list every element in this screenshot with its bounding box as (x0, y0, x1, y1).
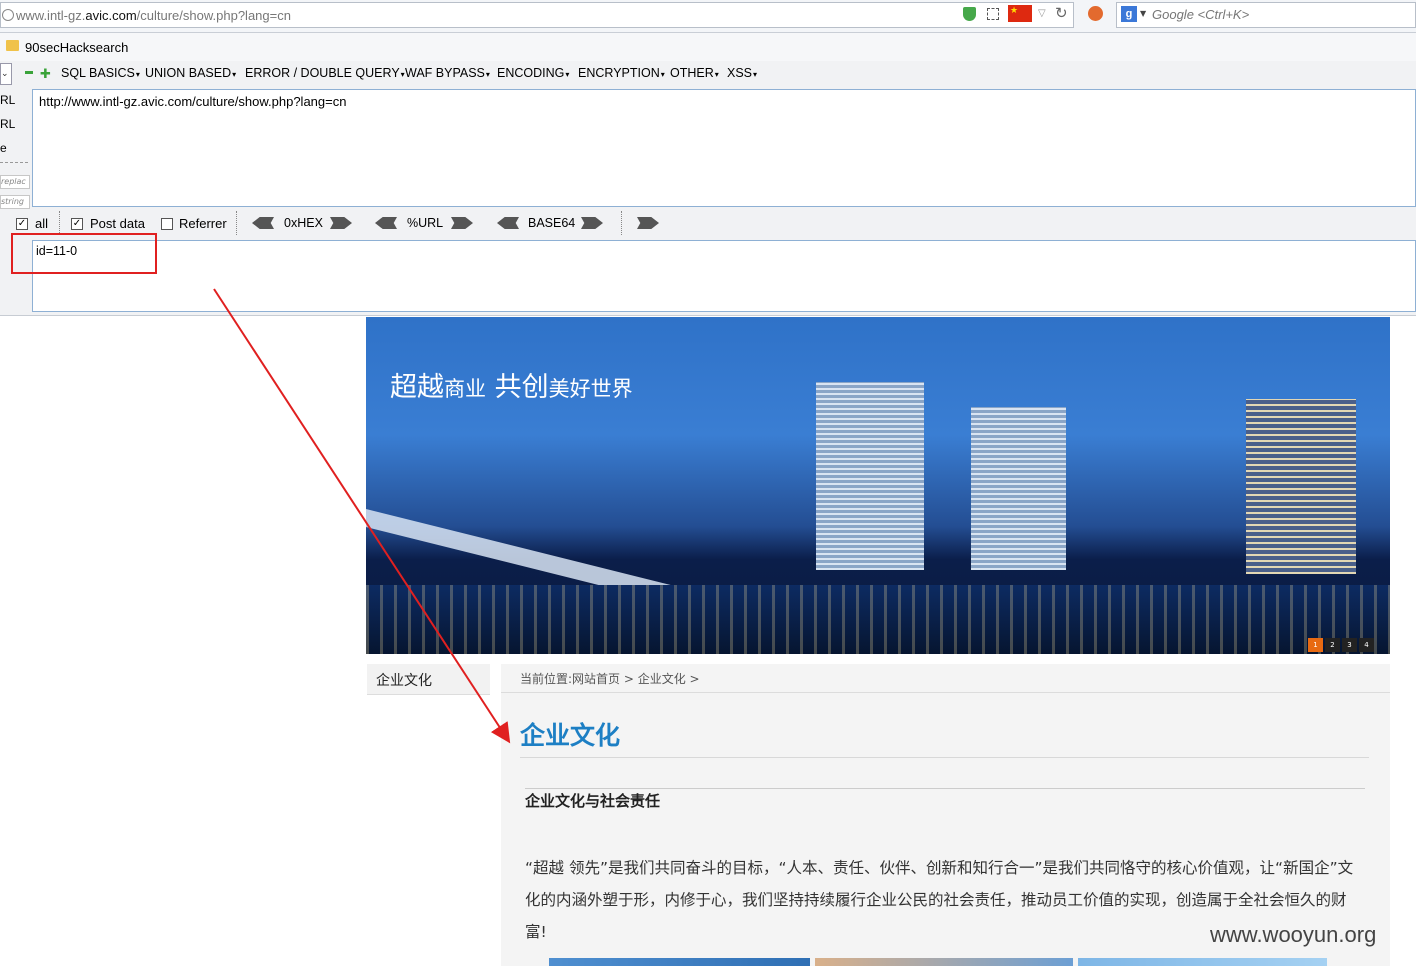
menu-sql-basics[interactable]: SQL BASICS (61, 66, 140, 80)
bookmarks-bar: 90secHacksearch (0, 33, 1416, 61)
folder-icon (6, 40, 19, 51)
checkbox-referrer-label: Referrer (179, 216, 227, 231)
checkbox-all[interactable]: ✓ (16, 218, 28, 230)
google-icon[interactable]: g (1121, 6, 1137, 22)
url-textarea-value: http://www.intl-gz.avic.com/culture/show… (39, 94, 347, 109)
hex-decode-arrow-icon[interactable] (252, 217, 274, 229)
bookmark-90sechacksearch[interactable]: 90secHacksearch (25, 40, 128, 55)
main-content: 当前位置:网站首页 > 企业文化 > 企业文化 企业文化与社会责任 “超越 领先… (501, 664, 1390, 966)
url-text[interactable]: www.intl-gz.avic.com/culture/show.php?la… (16, 8, 291, 23)
post-data-textarea[interactable]: id=11-0 (32, 240, 1416, 312)
noscript-icon[interactable] (1088, 6, 1103, 21)
search-placeholder[interactable]: Google <Ctrl+K> (1152, 7, 1249, 22)
url-encode-arrow-icon[interactable] (451, 217, 473, 229)
url-textarea[interactable]: http://www.intl-gz.avic.com/culture/show… (32, 89, 1416, 207)
hackbar-panel: ⌄ ✚ SQL BASICS UNION BASED ERROR / DOUBL… (0, 61, 1416, 316)
slider-dot-4[interactable]: 4 (1359, 638, 1374, 652)
base64-decode-arrow-icon[interactable] (497, 217, 519, 229)
globe-icon (2, 9, 14, 21)
side-divider (0, 162, 28, 163)
checkbox-all-label: all (35, 216, 49, 231)
section-subtitle: 企业文化与社会责任 (525, 792, 661, 810)
menu-other[interactable]: OTHER (670, 66, 719, 80)
banner-slogan: 超越商业 共创美好世界 (390, 372, 633, 403)
checkbox-post-data-label: Post data (90, 216, 145, 231)
side-nav: 企业文化 (367, 664, 490, 695)
building-graphic (816, 382, 924, 570)
menu-union-based[interactable]: UNION BASED (145, 66, 236, 80)
river-graphic (366, 585, 1390, 654)
shield-icon[interactable] (963, 7, 976, 21)
thumbnail-image[interactable] (815, 958, 1073, 966)
building-graphic (971, 407, 1066, 570)
china-flag-icon[interactable] (1008, 5, 1032, 22)
load-url-button[interactable]: RL (0, 93, 15, 107)
url-decode-arrow-icon[interactable] (375, 217, 397, 229)
address-bar-row: www.intl-gz.avic.com/culture/show.php?la… (0, 0, 1416, 33)
menu-encryption[interactable]: ENCRYPTION (578, 66, 665, 80)
menu-xss[interactable]: XSS (727, 66, 757, 80)
execute-button[interactable]: e (0, 141, 7, 155)
split-url-button[interactable]: RL (0, 117, 15, 131)
minus-icon[interactable] (25, 71, 33, 74)
divider (520, 757, 1369, 758)
annotation-highlight-box (11, 233, 157, 274)
replace-input[interactable]: replac (0, 175, 30, 189)
qr-code-icon[interactable] (987, 8, 999, 20)
divider (501, 692, 1390, 693)
chevron-down-icon[interactable]: ⌄ (0, 63, 12, 85)
building-graphic (1246, 399, 1356, 574)
reload-icon[interactable]: ↻ (1055, 4, 1068, 22)
thumbnail-image[interactable] (549, 958, 810, 966)
menu-waf-bypass[interactable]: WAF BYPASS (405, 66, 490, 80)
toolbar-separator (621, 211, 622, 235)
slider-dot-2[interactable]: 2 (1325, 638, 1340, 652)
plus-icon[interactable]: ✚ (40, 67, 51, 82)
menu-error-double-query[interactable]: ERROR / DOUBLE QUERY (245, 66, 405, 80)
base64-encode-arrow-icon[interactable] (581, 217, 603, 229)
hex-label: 0xHEX (284, 216, 323, 230)
breadcrumb[interactable]: 当前位置:网站首页 > 企业文化 > (520, 670, 700, 687)
slider-dot-1[interactable]: 1 (1308, 638, 1323, 652)
thumbnail-image[interactable] (1078, 958, 1327, 966)
divider (525, 788, 1365, 789)
hero-banner: 超越商业 共创美好世界 1 2 3 4 (366, 317, 1390, 654)
toolbar-separator (59, 211, 60, 235)
url-bar[interactable]: www.intl-gz.avic.com/culture/show.php?la… (0, 2, 1074, 28)
slider-dot-3[interactable]: 3 (1342, 638, 1357, 652)
string-input[interactable]: string (0, 195, 30, 209)
base64-label: BASE64 (528, 216, 576, 230)
hex-encode-arrow-icon[interactable] (330, 217, 352, 229)
search-engine-dropdown-icon[interactable]: ▼ (1140, 9, 1146, 18)
watermark: www.wooyun.org (1210, 922, 1377, 947)
checkbox-post-data[interactable]: ✓ (71, 218, 83, 230)
misc-arrow-icon[interactable] (637, 217, 659, 229)
url-label: %URL (407, 216, 444, 230)
menu-encoding[interactable]: ENCODING (497, 66, 569, 80)
toolbar-separator (236, 211, 237, 235)
side-nav-item-culture[interactable]: 企业文化 (376, 670, 432, 690)
page-title: 企业文化 (520, 721, 621, 750)
dropdown-arrow-icon[interactable]: ▽ (1038, 8, 1046, 19)
checkbox-referrer[interactable] (161, 218, 173, 230)
